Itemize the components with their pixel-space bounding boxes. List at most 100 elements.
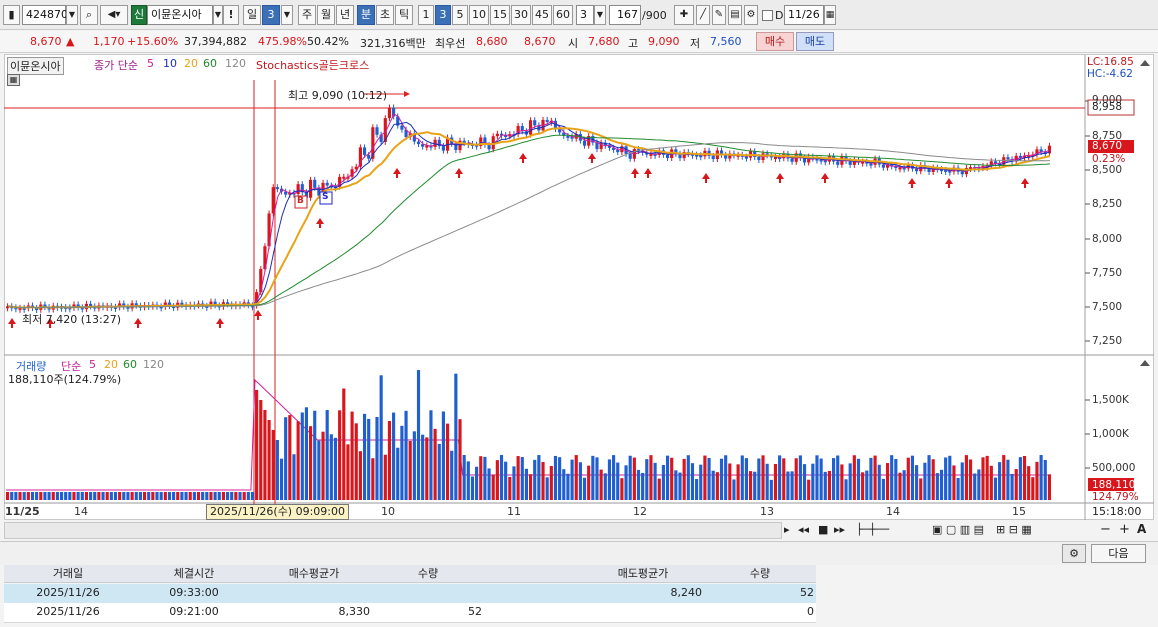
volume-bar [827, 470, 832, 500]
volume-bar [462, 455, 466, 500]
buy-signal-arrow-stem [1024, 184, 1026, 188]
col-header-sell-avg: 매도평균가 [582, 565, 704, 583]
volume-bar [740, 455, 744, 500]
volume-bar [416, 370, 421, 500]
marker-price-value: 8,958 [1092, 101, 1123, 113]
candle-body [1006, 157, 1010, 160]
y-tick-7500: 7,500 [1092, 301, 1123, 313]
volume-bar [238, 492, 242, 500]
volume-bar [512, 466, 516, 500]
volume-bar [715, 472, 719, 500]
table-view-icon[interactable]: ▦ [7, 74, 20, 86]
candle-body [757, 156, 761, 160]
volume-bar [358, 451, 362, 500]
stop-icon[interactable]: ■ [818, 523, 828, 536]
hc-value: HC:-4.62 [1087, 68, 1133, 80]
vol-ma20-legend: 20 [104, 358, 118, 371]
volume-bar [964, 455, 968, 500]
candle-body [665, 154, 670, 158]
candle-body [881, 164, 885, 168]
volume-bar [670, 457, 674, 500]
forward-icon[interactable]: ▸▸ [834, 523, 845, 536]
volume-bar [80, 492, 84, 500]
volume-bar [300, 412, 304, 500]
volume-bar [753, 471, 757, 500]
volume-bar [184, 492, 188, 500]
price-panel-stock-tag[interactable]: 이뮨온시아 [7, 57, 64, 75]
price-panel-settings-icon[interactable] [1140, 60, 1150, 66]
volume-bar [321, 431, 325, 500]
volume-bar [39, 492, 43, 500]
buy-signal-arrow-icon [702, 173, 710, 179]
volume-bar [271, 430, 275, 500]
x-label-12: 12 [633, 505, 647, 518]
row1-sell-avg: 8,240 [670, 586, 703, 599]
grid-settings-icon[interactable]: ⚙ [1062, 544, 1086, 563]
volume-bar [142, 492, 147, 500]
volume-bar [1027, 466, 1031, 500]
candle-body [296, 184, 300, 195]
volume-bar [1047, 474, 1051, 500]
volume-bar [304, 407, 309, 500]
x-label-15: 15 [1012, 505, 1026, 518]
y-tick-7250: 7,250 [1092, 335, 1123, 347]
volume-bar [836, 455, 840, 500]
volume-bar [977, 469, 981, 500]
volume-bar [973, 473, 977, 500]
price-axis-ticks [1085, 100, 1090, 469]
layout-icons[interactable]: ▣ ▢ ▥ ▤ [932, 523, 984, 536]
candle-body [271, 187, 275, 214]
candle-body [441, 146, 445, 151]
zoom-out-icon[interactable]: − [1100, 522, 1111, 537]
volume-bar [587, 465, 591, 500]
volume-bar [392, 412, 396, 500]
volume-bar [429, 410, 433, 500]
volume-bar [354, 423, 358, 500]
tool-icons[interactable]: ⊞ ⊟ ▦ [996, 523, 1032, 536]
vol-tick-500k: 500,000 [1092, 462, 1136, 474]
volume-bar [570, 459, 574, 500]
horizontal-scrollbar[interactable] [4, 522, 782, 539]
volume-bar [877, 464, 881, 500]
volume-bar [43, 492, 47, 500]
volume-bar [259, 400, 263, 500]
volume-bar [545, 477, 549, 500]
volume-bar [811, 463, 815, 500]
signal-arrows [8, 153, 1029, 328]
volume-bar [155, 492, 159, 500]
x-label-11: 11 [507, 505, 521, 518]
volume-bar [533, 459, 537, 500]
end-time-label: 15:18:00 [1092, 505, 1142, 518]
volume-bar [59, 492, 64, 500]
volume-bar [325, 410, 329, 500]
volume-bar [333, 437, 338, 500]
volume-bar [1014, 469, 1018, 500]
col-header-blank [484, 565, 582, 583]
volume-bar [350, 411, 354, 500]
x-label-date: 11/25 [5, 505, 40, 518]
buy-signal-arrow-icon [519, 153, 527, 159]
zoom-slider-icon[interactable]: ├─┼── [856, 523, 889, 536]
volume-bar [919, 478, 923, 500]
zoom-in-icon[interactable]: + [1119, 522, 1130, 537]
volume-bar [956, 478, 960, 500]
font-size-icon[interactable]: A [1137, 522, 1146, 536]
volume-panel-settings-icon[interactable] [1140, 360, 1150, 366]
moving-average-lines [6, 113, 1051, 491]
buy-signal-arrow-stem [705, 179, 707, 183]
volume-bar [89, 492, 93, 500]
volume-bar [387, 421, 392, 500]
row2-date: 2025/11/26 [36, 605, 100, 618]
candle-body [790, 158, 794, 162]
vol-ma120-legend: 120 [143, 358, 164, 371]
rewind-icon[interactable]: ◂◂ [798, 523, 809, 536]
volume-bar [6, 492, 10, 500]
volume-bar [101, 492, 105, 500]
next-button[interactable]: 다음 [1091, 544, 1146, 563]
scroll-right-icon[interactable]: ▸ [784, 523, 790, 536]
candle-body [960, 171, 964, 175]
volume-bar [466, 461, 470, 500]
candle-body [259, 269, 263, 293]
volume-bar [778, 455, 782, 500]
volume-bar [732, 479, 736, 500]
